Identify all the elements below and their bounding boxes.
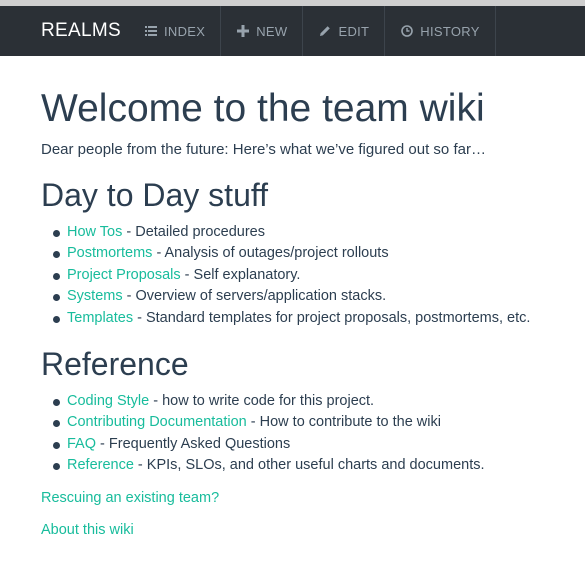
- nav-history-label: HISTORY: [420, 23, 480, 39]
- item-description: - Analysis of outages/project rollouts: [152, 245, 389, 262]
- item-description: - Detailed procedures: [122, 224, 266, 240]
- day-to-day-list: How Tos - Detailed procedures Postmortem…: [41, 222, 571, 329]
- section-heading-reference: Reference: [41, 346, 189, 383]
- section-heading-day-to-day: Day to Day stuff: [41, 177, 269, 213]
- list-item: Project Proposals - Self explanatory.: [53, 265, 571, 286]
- nav-index-label: INDEX: [164, 23, 206, 39]
- list-item: Coding Style - how to write code for thi…: [53, 391, 571, 412]
- pencil-icon: [318, 24, 332, 38]
- link-project-proposals[interactable]: Project Proposals: [67, 267, 181, 283]
- link-about-wiki[interactable]: About this wiki: [41, 520, 571, 540]
- list-item: Systems - Overview of servers/applicatio…: [53, 286, 571, 307]
- item-description: - Self explanatory.: [180, 266, 301, 283]
- intro-text: Dear people from the future: Here’s what…: [41, 141, 486, 158]
- link-templates[interactable]: Templates: [67, 310, 133, 326]
- link-contributing-documentation[interactable]: Contributing Documentation: [67, 414, 247, 430]
- nav-history[interactable]: HISTORY: [385, 6, 496, 56]
- navbar: REALMS INDEX NEW EDIT HISTORY: [0, 6, 585, 56]
- list-item: Reference - KPIs, SLOs, and other useful…: [53, 455, 571, 476]
- list-item: How Tos - Detailed procedures: [53, 222, 571, 243]
- item-description: - Frequently Asked Questions: [96, 435, 291, 452]
- clock-icon: [400, 24, 414, 38]
- link-postmortems[interactable]: Postmortems: [67, 245, 152, 261]
- nav-index[interactable]: INDEX: [129, 6, 222, 56]
- item-description: - Standard templates for project proposa…: [133, 309, 531, 326]
- item-description: - Overview of servers/application stacks…: [122, 288, 387, 305]
- item-description: - how to write code for this project.: [149, 393, 375, 410]
- page-content: Welcome to the team wiki Dear people fro…: [41, 56, 571, 540]
- item-description: - KPIs, SLOs, and other useful charts an…: [133, 457, 485, 474]
- link-reference[interactable]: Reference: [67, 457, 134, 473]
- list-item: Contributing Documentation - How to cont…: [53, 412, 571, 433]
- list-item: FAQ - Frequently Asked Questions: [53, 434, 571, 455]
- list-item: Templates - Standard templates for proje…: [53, 308, 571, 329]
- link-coding-style[interactable]: Coding Style: [67, 393, 149, 409]
- link-how-tos[interactable]: How Tos: [67, 224, 122, 240]
- item-description: - How to contribute to the wiki: [246, 414, 441, 431]
- page-title: Welcome to the team wiki: [41, 87, 485, 130]
- nav-new-label: NEW: [256, 23, 288, 39]
- plus-icon: [236, 24, 250, 38]
- link-systems[interactable]: Systems: [67, 288, 123, 304]
- reference-list: Coding Style - how to write code for thi…: [41, 391, 571, 477]
- nav-edit[interactable]: EDIT: [303, 6, 386, 56]
- brand-link[interactable]: REALMS: [0, 6, 129, 56]
- list-icon: [144, 24, 158, 38]
- link-rescuing-team[interactable]: Rescuing an existing team?: [41, 488, 571, 508]
- link-faq[interactable]: FAQ: [67, 436, 96, 452]
- nav-new[interactable]: NEW: [221, 6, 304, 56]
- nav-edit-label: EDIT: [338, 23, 370, 39]
- list-item: Postmortems - Analysis of outages/projec…: [53, 243, 571, 264]
